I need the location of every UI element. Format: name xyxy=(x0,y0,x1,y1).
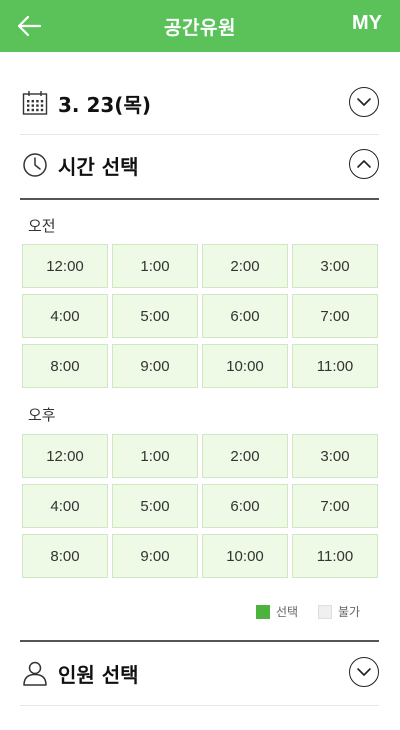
clock-icon xyxy=(23,153,47,177)
afternoon-time-slot[interactable]: 1:00 xyxy=(112,434,198,478)
afternoon-time-slot[interactable]: 10:00 xyxy=(202,534,288,578)
morning-time-slot[interactable]: 12:00 xyxy=(22,244,108,288)
legend-selected: 선택 xyxy=(256,603,298,620)
morning-label: 오전 xyxy=(28,217,56,235)
morning-time-slot[interactable]: 3:00 xyxy=(292,244,378,288)
afternoon-label: 오후 xyxy=(28,406,56,424)
page-title: 공간유원 xyxy=(164,17,236,39)
afternoon-time-slot[interactable]: 4:00 xyxy=(22,484,108,528)
time-section-label: 시간 선택 xyxy=(58,155,139,179)
morning-time-slot[interactable]: 6:00 xyxy=(202,294,288,338)
app-header: 공간유원 MY xyxy=(0,0,400,52)
morning-time-slot[interactable]: 5:00 xyxy=(112,294,198,338)
divider xyxy=(20,198,379,200)
morning-time-slot[interactable]: 11:00 xyxy=(292,344,378,388)
morning-time-slot[interactable]: 7:00 xyxy=(292,294,378,338)
people-expand-button[interactable] xyxy=(349,657,379,687)
legend-unavailable: 불가 xyxy=(318,603,360,620)
selected-date-label: 3. 23(목) xyxy=(58,93,151,117)
afternoon-time-slot[interactable]: 6:00 xyxy=(202,484,288,528)
afternoon-time-slot[interactable]: 11:00 xyxy=(292,534,378,578)
afternoon-time-slot[interactable]: 3:00 xyxy=(292,434,378,478)
morning-time-slot[interactable]: 2:00 xyxy=(202,244,288,288)
legend-selected-label: 선택 xyxy=(276,605,299,619)
time-collapse-button[interactable] xyxy=(349,149,379,179)
morning-time-slot[interactable]: 8:00 xyxy=(22,344,108,388)
chevron-down-icon xyxy=(357,98,371,106)
unavailable-swatch xyxy=(318,605,332,619)
morning-time-slot[interactable]: 10:00 xyxy=(202,344,288,388)
calendar-icon xyxy=(22,91,48,115)
legend-unavailable-label: 불가 xyxy=(338,605,361,619)
afternoon-time-slot[interactable]: 2:00 xyxy=(202,434,288,478)
morning-time-slot[interactable]: 1:00 xyxy=(112,244,198,288)
date-expand-button[interactable] xyxy=(349,87,379,117)
chevron-down-icon xyxy=(357,668,371,676)
legend: 선택 불가 xyxy=(256,603,386,621)
afternoon-time-slot[interactable]: 9:00 xyxy=(112,534,198,578)
person-icon xyxy=(23,661,47,686)
morning-time-slot[interactable]: 4:00 xyxy=(22,294,108,338)
time-selector-row[interactable]: 시간 선택 xyxy=(20,132,379,198)
morning-time-slot[interactable]: 9:00 xyxy=(112,344,198,388)
selected-swatch xyxy=(256,605,270,619)
divider xyxy=(20,705,379,706)
chevron-up-icon xyxy=(357,160,371,168)
people-selector-row[interactable]: 인원 선택 xyxy=(20,640,379,706)
people-section-label: 인원 선택 xyxy=(58,663,139,687)
afternoon-time-slot[interactable]: 8:00 xyxy=(22,534,108,578)
afternoon-time-slot[interactable]: 5:00 xyxy=(112,484,198,528)
my-page-button[interactable]: MY xyxy=(352,12,382,35)
date-selector-row[interactable]: 3. 23(목) xyxy=(20,70,379,136)
afternoon-time-slot[interactable]: 7:00 xyxy=(292,484,378,528)
afternoon-time-slot[interactable]: 12:00 xyxy=(22,434,108,478)
